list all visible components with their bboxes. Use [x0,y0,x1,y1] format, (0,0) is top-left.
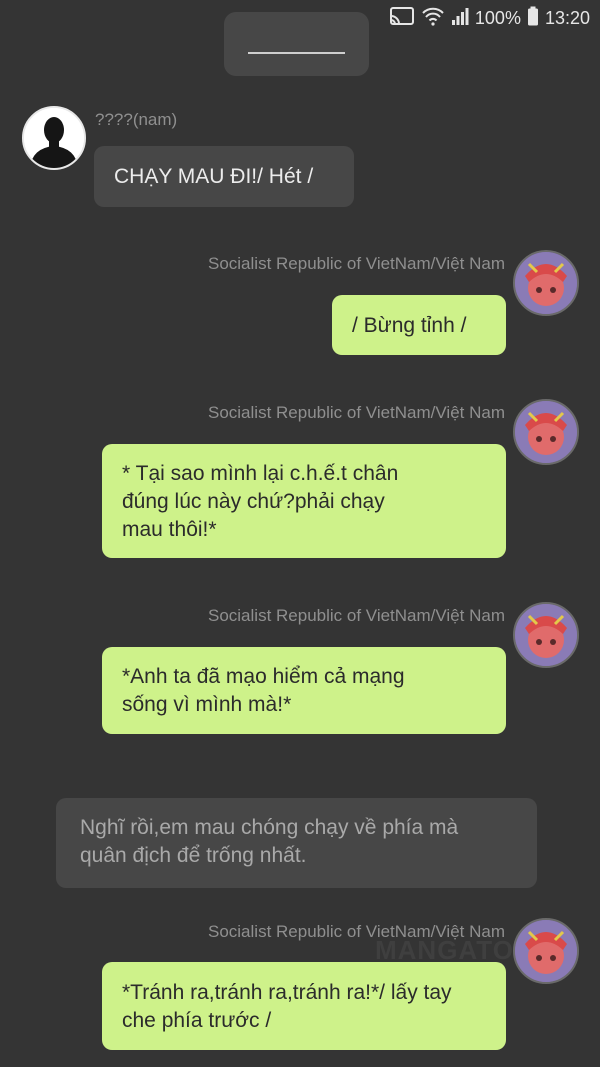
message-bubble: / Bừng tỉnh / [332,295,506,355]
message-bubble: *Tránh ra,tránh ra,tránh ra!*/ lấy tay c… [102,962,506,1050]
narration-box: Nghĩ rồi,em mau chóng chạy về phía mà qu… [56,798,537,888]
sender-name: Socialist Republic of VietNam/Việt Nam [207,254,505,273]
sender-name: Socialist Republic of VietNam/Việt Nam [207,606,505,625]
message-text: *Anh ta đã mạo hiểm cả mạng sống vì mình… [122,665,405,716]
placeholder-line [248,52,345,54]
message-text: CHẠY MAU ĐI!/ Hét / [114,165,314,188]
sender-name: ????(nam) [95,110,178,129]
message-bubble: * Tại sao mình lại c.h.ế.t chân đúng lúc… [102,444,506,558]
battery-percent: 100% [474,7,521,28]
avatar-vietnam[interactable] [513,602,579,668]
sender-name: Socialist Republic of VietNam/Việt Nam [207,922,505,941]
message-text: *Tránh ra,tránh ra,tránh ra!*/ lấy tay c… [122,981,452,1032]
battery-icon [527,6,539,31]
status-bar: 100% 13:20 [389,6,590,30]
clock: 13:20 [544,7,590,28]
message-bubble: *Anh ta đã mạo hiểm cả mạng sống vì mình… [102,647,506,734]
avatar-unknown-man[interactable] [22,106,86,170]
wifi-icon [421,6,445,31]
top-placeholder-bubble [224,12,369,76]
sender-name: Socialist Republic of VietNam/Việt Nam [207,403,505,422]
cast-icon [389,6,415,31]
narration-text: Nghĩ rồi,em mau chóng chạy về phía mà qu… [80,816,459,867]
message-text: * Tại sao mình lại c.h.ế.t chân đúng lúc… [122,462,399,541]
avatar-vietnam[interactable] [513,918,579,984]
avatar-vietnam[interactable] [513,399,579,465]
avatar-vietnam[interactable] [513,250,579,316]
message-text: / Bừng tỉnh / [352,314,467,337]
message-bubble: CHẠY MAU ĐI!/ Hét / [94,146,354,207]
signal-icon [451,6,469,31]
